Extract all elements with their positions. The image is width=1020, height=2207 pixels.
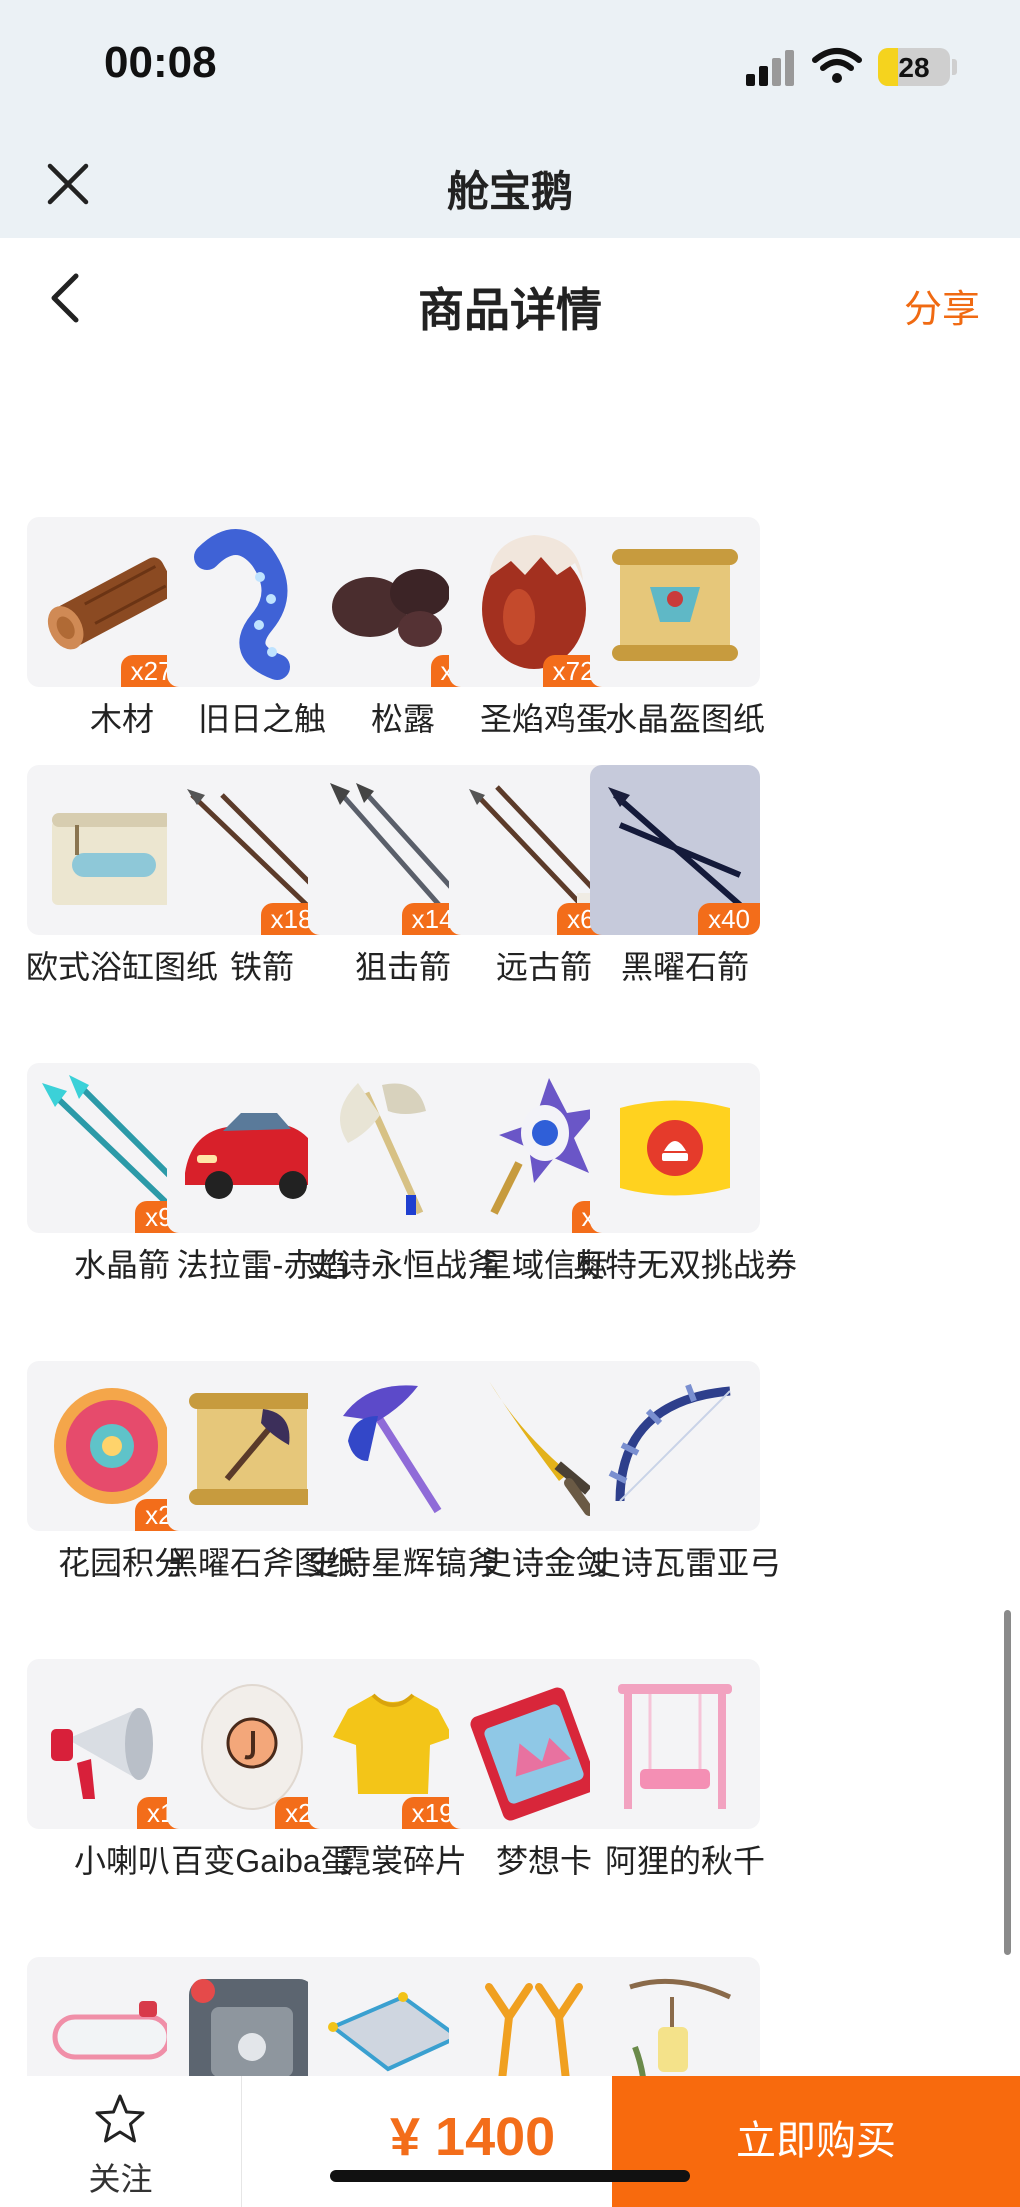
nav-bar: 商品详情 分享: [0, 238, 1020, 360]
battery-level: 28: [898, 52, 930, 83]
buy-now-button[interactable]: 立即购买: [612, 2076, 1020, 2207]
share-button[interactable]: 分享: [904, 278, 980, 333]
item-name: 阿狸的秋千: [604, 1843, 765, 1879]
challenge-ticket-icon: [590, 1063, 760, 1233]
battery-tip: [952, 59, 957, 75]
wifi-icon: [812, 48, 862, 83]
swing-icon: [590, 1659, 760, 1829]
bottom-action-bar: 关注 ¥ 1400 立即购买: [0, 2076, 1020, 2207]
quantity-badge: x40: [698, 903, 760, 935]
cellular-signal-icon: [746, 50, 796, 86]
bow-icon: [590, 1361, 760, 1531]
battery-icon: 28: [878, 48, 950, 86]
status-time: 00:08: [104, 38, 217, 87]
follow-label: 关注: [88, 2161, 153, 2197]
obsidian-arrow-icon: x40: [590, 765, 760, 935]
price: ¥ 1400: [390, 2107, 556, 2167]
home-indicator[interactable]: [330, 2170, 690, 2182]
follow-button[interactable]: 关注: [0, 2076, 242, 2207]
mini-program-header: 舱宝鹅: [0, 130, 1020, 238]
item-name: 奥特无双挑战券: [573, 1247, 798, 1283]
status-bar: 00:08 28: [0, 0, 1020, 130]
page-title: 商品详情: [418, 284, 602, 336]
blueprint-scroll-icon: [590, 517, 760, 687]
scrollbar[interactable]: [1004, 1610, 1011, 1955]
item-name: 黑曜石箭: [620, 949, 749, 985]
mini-program-title: 舱宝鹅: [446, 168, 573, 215]
lantern-icon: [590, 1957, 760, 2076]
star-icon: [95, 2094, 145, 2143]
item-grid: 木制储物箱x94瓦雷亚箭x84爆炸箭欧式路灯图纸x20木箭x274木材旧日之触x…: [0, 360, 1020, 2076]
item-name: 水晶盔图纸: [604, 701, 765, 737]
item-name: 史诗瓦雷亚弓: [588, 1545, 781, 1581]
